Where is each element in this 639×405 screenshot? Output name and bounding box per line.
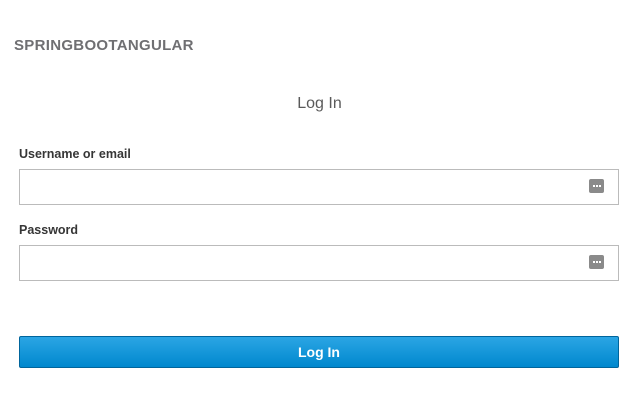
password-field bbox=[19, 245, 619, 281]
password-manager-icon[interactable] bbox=[589, 255, 604, 269]
password-input[interactable] bbox=[20, 246, 586, 280]
username-label: Username or email bbox=[19, 147, 131, 161]
username-field bbox=[19, 169, 619, 205]
username-input[interactable] bbox=[20, 170, 586, 204]
password-label: Password bbox=[19, 223, 79, 237]
password-manager-icon[interactable] bbox=[589, 179, 604, 193]
login-button[interactable]: Log In bbox=[19, 336, 619, 368]
realm-brand: SPRINGBOOTANGULAR bbox=[14, 37, 194, 54]
form-title: Log In bbox=[297, 95, 342, 112]
